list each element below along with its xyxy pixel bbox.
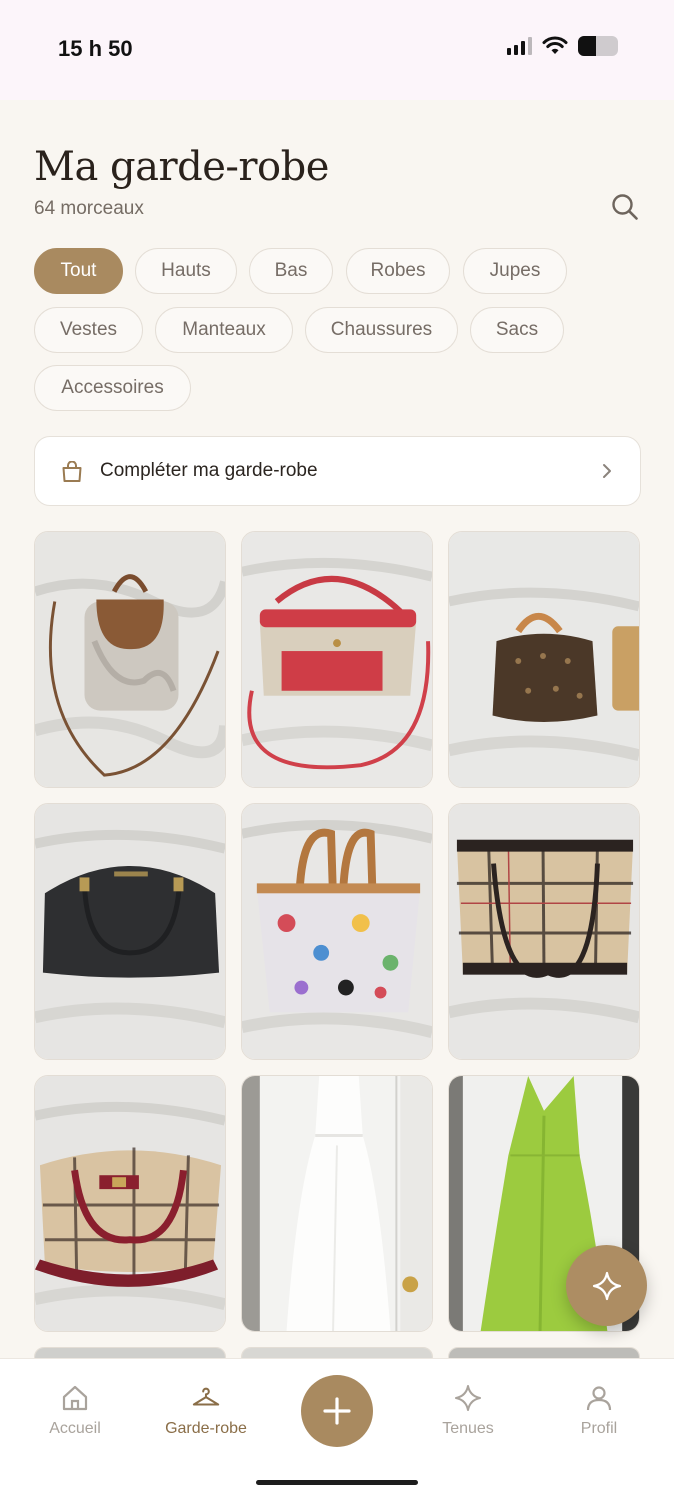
- nav-item-accueil[interactable]: Accueil: [15, 1359, 135, 1459]
- complete-wardrobe-label: Compléter ma garde-robe: [100, 460, 318, 481]
- shopping-bag-icon: [62, 461, 82, 482]
- search-icon: [612, 194, 638, 220]
- black-satchel-photo: [35, 804, 225, 1059]
- filter-chip-label: Accessoires: [61, 377, 164, 398]
- plaid-burgundy-bag-photo: [35, 1076, 225, 1331]
- wardrobe-item-tile[interactable]: [241, 803, 433, 1060]
- wardrobe-item-tile[interactable]: [34, 803, 226, 1060]
- plus-icon: [323, 1397, 351, 1425]
- filter-chip-chaussures[interactable]: Chaussures: [305, 307, 458, 353]
- wardrobe-item-tile[interactable]: [34, 531, 226, 788]
- status-time: 15 h 50: [58, 36, 133, 61]
- status-icons: [507, 36, 618, 56]
- sparkle-icon: [592, 1271, 621, 1300]
- cartoon-print-tote-photo: [242, 804, 432, 1059]
- nav-item-garde-robe[interactable]: Garde-robe: [146, 1359, 266, 1459]
- bottom-nav: Accueil Garde-robe Tenues Profil: [0, 1358, 674, 1500]
- nav-label: Accueil: [49, 1420, 101, 1437]
- filter-chip-label: Jupes: [489, 260, 541, 281]
- wardrobe-item-tile[interactable]: [448, 803, 640, 1060]
- filter-chip-label: Chaussures: [330, 319, 433, 340]
- white-dress-photo: [242, 1076, 432, 1331]
- piece-count: 64 morceaux: [34, 198, 144, 219]
- sparkle-icon: [455, 1385, 481, 1411]
- status-bar: 15 h 50: [0, 0, 674, 100]
- monogram-speedy-photo: [449, 532, 639, 787]
- filter-chip-accessoires[interactable]: Accessoires: [34, 365, 191, 411]
- nav-label: Tenues: [442, 1420, 494, 1437]
- filter-chip-label: Bas: [274, 260, 308, 281]
- nav-item-tenues[interactable]: Tenues: [408, 1359, 528, 1459]
- wardrobe-item-tile[interactable]: [241, 531, 433, 788]
- filter-chip-label: Robes: [370, 260, 426, 281]
- wardrobe-item-tile[interactable]: [241, 1075, 433, 1332]
- filter-chip-vestes[interactable]: Vestes: [34, 307, 143, 353]
- filter-chip-tout[interactable]: Tout: [34, 248, 123, 294]
- filter-chip-bas[interactable]: Bas: [249, 248, 333, 294]
- hanger-icon: [192, 1387, 220, 1406]
- filter-chip-jupes[interactable]: Jupes: [463, 248, 567, 294]
- nav-item-profil[interactable]: Profil: [539, 1359, 659, 1459]
- plaid-handbag-photo: [449, 804, 639, 1059]
- search-button[interactable]: [606, 188, 644, 226]
- filter-chip-manteaux[interactable]: Manteaux: [155, 307, 293, 353]
- backpack-photo: [35, 532, 225, 787]
- filter-chip-label: Tout: [60, 260, 97, 281]
- wifi-icon: [542, 36, 568, 54]
- wardrobe-item-tile[interactable]: [34, 1075, 226, 1332]
- home-indicator: [256, 1480, 418, 1485]
- home-icon: [62, 1385, 88, 1411]
- chevron-right-icon: [603, 464, 611, 478]
- red-bucket-bag-photo: [242, 532, 432, 787]
- wardrobe-item-tile[interactable]: [448, 531, 640, 788]
- page-title: Ma garde-robe: [34, 144, 329, 190]
- add-item-button[interactable]: [301, 1375, 373, 1447]
- signal-icon: [507, 37, 532, 55]
- complete-wardrobe-card[interactable]: Compléter ma garde-robe: [34, 436, 641, 506]
- filter-chip-robes[interactable]: Robes: [346, 248, 450, 294]
- filter-chip-label: Hauts: [161, 260, 211, 281]
- ai-suggest-fab[interactable]: [566, 1245, 647, 1326]
- nav-label: Profil: [580, 1420, 618, 1437]
- filter-chip-label: Sacs: [495, 319, 539, 340]
- nav-label: Garde-robe: [165, 1420, 247, 1437]
- battery-icon: [578, 36, 618, 56]
- user-icon: [586, 1386, 612, 1411]
- filter-chip-label: Vestes: [59, 319, 118, 340]
- filter-chip-hauts[interactable]: Hauts: [135, 248, 237, 294]
- filter-chip-label: Manteaux: [182, 319, 266, 340]
- filter-chip-sacs[interactable]: Sacs: [470, 307, 564, 353]
